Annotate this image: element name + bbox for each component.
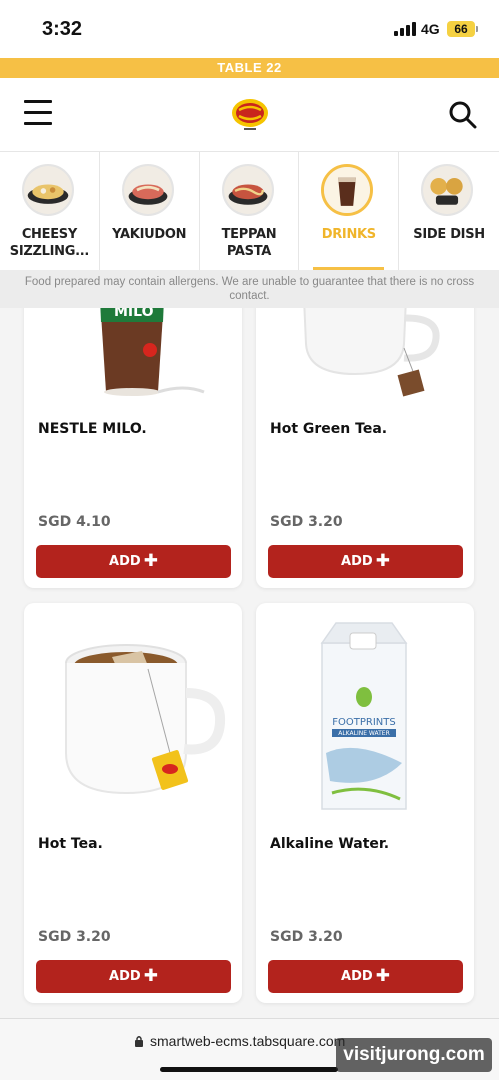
add-label: ADD	[341, 554, 373, 569]
add-label: ADD	[109, 969, 141, 984]
product-name: Hot Green Tea.	[270, 421, 388, 437]
status-time: 3:32	[42, 18, 83, 40]
battery-icon: 66	[447, 21, 475, 37]
lock-icon	[135, 1036, 143, 1047]
table-banner: TABLE 22	[0, 58, 499, 78]
drinks-thumbnail	[321, 164, 374, 216]
plus-icon: ✚	[375, 966, 390, 986]
product-price: SGD 4.10	[38, 514, 111, 530]
category-tabs: CHEESY SIZZLING... YAKIUDON TEPPAN PASTA	[0, 152, 499, 270]
product-name: Alkaline Water.	[270, 836, 390, 852]
add-label: ADD	[341, 969, 373, 984]
plus-icon: ✚	[143, 966, 158, 986]
network-type: 4G	[421, 21, 440, 37]
app-header	[0, 78, 499, 152]
product-price: SGD 3.20	[270, 514, 343, 530]
add-button[interactable]: ADD ✚	[36, 545, 231, 578]
screen: 3:32 4G 66 TABLE 22 CHEESY SIZZLING... Y…	[0, 0, 499, 1080]
battery-tip	[476, 26, 478, 32]
menu-icon[interactable]	[24, 100, 52, 128]
signal-icon	[394, 22, 416, 36]
pepper-lunch-logo	[232, 99, 268, 130]
alkaline-water-image: FOOTPRINTS ALKALINE WATER	[256, 613, 474, 813]
milo-drink-image: MILO	[24, 308, 242, 400]
tab-label: DRINKS	[321, 227, 376, 242]
tab-label: CHEESY SIZZLING...	[9, 227, 90, 259]
tab-teppan-pasta[interactable]: TEPPAN PASTA	[200, 152, 300, 270]
svg-text:ALKALINE WATER: ALKALINE WATER	[338, 730, 390, 737]
status-bar: 3:32 4G 66	[0, 0, 499, 58]
product-price: SGD 3.20	[270, 929, 343, 945]
plus-icon: ✚	[143, 551, 158, 571]
watermark: visitjurong.com	[336, 1038, 492, 1072]
yakiudon-thumbnail	[121, 164, 174, 216]
home-indicator[interactable]	[160, 1067, 338, 1072]
tab-drinks[interactable]: DRINKS	[299, 152, 400, 270]
svg-text:FOOTPRINTS: FOOTPRINTS	[332, 717, 395, 728]
svg-text:MILO: MILO	[114, 308, 154, 320]
product-card[interactable]: MILO NESTLE MILO. SGD 4.10 ADD ✚	[24, 308, 242, 588]
plus-icon: ✚	[375, 551, 390, 571]
tab-side-dish[interactable]: SIDE DISH	[399, 152, 499, 270]
tab-yakiudon[interactable]: YAKIUDON	[100, 152, 200, 270]
green-tea-image	[256, 308, 474, 400]
cheesy-sizzling-thumbnail	[22, 164, 74, 216]
add-button[interactable]: ADD ✚	[268, 545, 463, 578]
hot-tea-image	[24, 613, 242, 813]
product-card[interactable]: Hot Tea. SGD 3.20 ADD ✚	[24, 603, 242, 1003]
product-card[interactable]: Hot Green Tea. SGD 3.20 ADD ✚	[256, 308, 474, 588]
add-label: ADD	[109, 554, 141, 569]
url-text: smartweb-ecms.tabsquare.com	[150, 1033, 346, 1049]
teppan-pasta-thumbnail	[221, 164, 274, 216]
allergen-notice: Food prepared may contain allergens. We …	[0, 270, 499, 308]
side-dish-thumbnail	[421, 164, 474, 216]
tab-label: SIDE DISH	[413, 227, 485, 242]
product-name: NESTLE MILO.	[38, 421, 147, 437]
search-icon[interactable]	[448, 100, 478, 130]
tab-label: TEPPAN PASTA	[221, 227, 277, 259]
product-card[interactable]: FOOTPRINTS ALKALINE WATER Alkaline Water…	[256, 603, 474, 1003]
product-grid: MILO NESTLE MILO. SGD 4.10 ADD ✚ Hot Gree…	[0, 308, 499, 1020]
add-button[interactable]: ADD ✚	[268, 960, 463, 993]
add-button[interactable]: ADD ✚	[36, 960, 231, 993]
product-price: SGD 3.20	[38, 929, 111, 945]
tab-cheesy-sizzling[interactable]: CHEESY SIZZLING...	[0, 152, 100, 270]
tab-label: YAKIUDON	[112, 227, 187, 242]
product-name: Hot Tea.	[38, 836, 103, 852]
